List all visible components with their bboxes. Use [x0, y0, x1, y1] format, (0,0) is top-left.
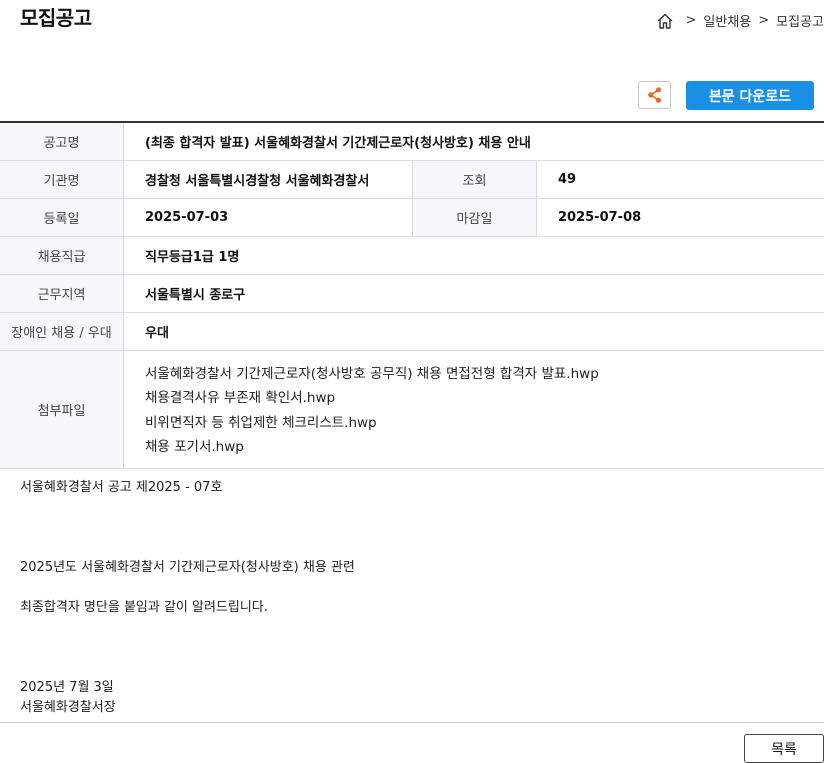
download-button[interactable]: 본문 다운로드	[686, 81, 814, 110]
disabled-value: 우대	[123, 312, 824, 351]
page-title: 모집공고	[20, 6, 92, 30]
title-value: (최종 합격자 발표) 서울혜화경찰서 기간제근로자(청사방호) 채용 안내	[123, 122, 824, 161]
attachment-link[interactable]: 서울혜화경찰서 기간제근로자(청사방호 공무직) 채용 면접전형 합격자 발표.…	[145, 362, 824, 387]
share-icon	[647, 87, 661, 103]
attachment-list: 서울혜화경찰서 기간제근로자(청사방호 공무직) 채용 면접전형 합격자 발표.…	[124, 351, 824, 468]
title-label: 공고명	[0, 122, 124, 161]
disabled-label: 장애인 채용 / 우대	[0, 312, 124, 351]
views-label: 조회	[412, 160, 537, 199]
attachment-link[interactable]: 비위면직자 등 취업제한 체크리스트.hwp	[145, 411, 824, 436]
divider	[0, 722, 824, 723]
body-line: 2025년도 서울혜화경찰서 기간제근로자(청사방호) 채용 관련	[20, 560, 355, 575]
org-value: 경찰청 서울특별시경찰청 서울혜화경찰서	[123, 160, 413, 199]
table-row: 등록일 2025-07-03 마감일 2025-07-08	[0, 198, 824, 237]
grade-label: 채용직급	[0, 236, 124, 275]
table-row: 채용직급 직무등급1급 1명	[0, 236, 824, 275]
breadcrumb-item-recruitment[interactable]: 모집공고	[776, 11, 824, 30]
attachments-label: 첨부파일	[0, 350, 124, 469]
breadcrumb: > 일반채용 > 모집공고	[656, 11, 824, 30]
notice-signer: 서울혜화경찰서장	[20, 700, 116, 715]
body-line: 최종합격자 명단을 붙임과 같이 알려드립니다.	[20, 600, 268, 615]
table-row: 첨부파일 서울혜화경찰서 기간제근로자(청사방호 공무직) 채용 면접전형 합격…	[0, 350, 824, 469]
breadcrumb-separator: >	[758, 13, 770, 28]
list-button[interactable]: 목록	[744, 734, 824, 763]
breadcrumb-separator: >	[685, 13, 697, 28]
table-row: 근무지역 서울특별시 종로구	[0, 274, 824, 313]
share-button[interactable]	[638, 81, 671, 109]
job-info-table: 공고명 (최종 합격자 발표) 서울혜화경찰서 기간제근로자(청사방호) 채용 …	[0, 121, 824, 469]
views-value: 49	[536, 160, 824, 199]
table-row: 장애인 채용 / 우대 우대	[0, 312, 824, 351]
deadline-value: 2025-07-08	[536, 198, 824, 237]
attachment-link[interactable]: 채용결격사유 부존재 확인서.hwp	[145, 386, 824, 411]
region-label: 근무지역	[0, 274, 124, 313]
home-icon[interactable]	[656, 12, 674, 30]
attachment-link[interactable]: 채용 포기서.hwp	[145, 435, 824, 460]
table-row: 기관명 경찰청 서울특별시경찰청 서울혜화경찰서 조회 49	[0, 160, 824, 199]
reg-date-value: 2025-07-03	[123, 198, 413, 237]
reg-date-label: 등록일	[0, 198, 124, 237]
breadcrumb-item-general-hiring[interactable]: 일반채용	[703, 11, 751, 30]
deadline-label: 마감일	[412, 198, 537, 237]
table-row: 공고명 (최종 합격자 발표) 서울혜화경찰서 기간제근로자(청사방호) 채용 …	[0, 122, 824, 161]
notice-number: 서울혜화경찰서 공고 제2025 - 07호	[20, 480, 223, 495]
attachments-cell: 서울혜화경찰서 기간제근로자(청사방호 공무직) 채용 면접전형 합격자 발표.…	[123, 350, 824, 469]
org-label: 기관명	[0, 160, 124, 199]
notice-date: 2025년 7월 3일	[20, 680, 114, 695]
grade-value: 직무등급1급 1명	[123, 236, 824, 275]
region-value: 서울특별시 종로구	[123, 274, 824, 313]
